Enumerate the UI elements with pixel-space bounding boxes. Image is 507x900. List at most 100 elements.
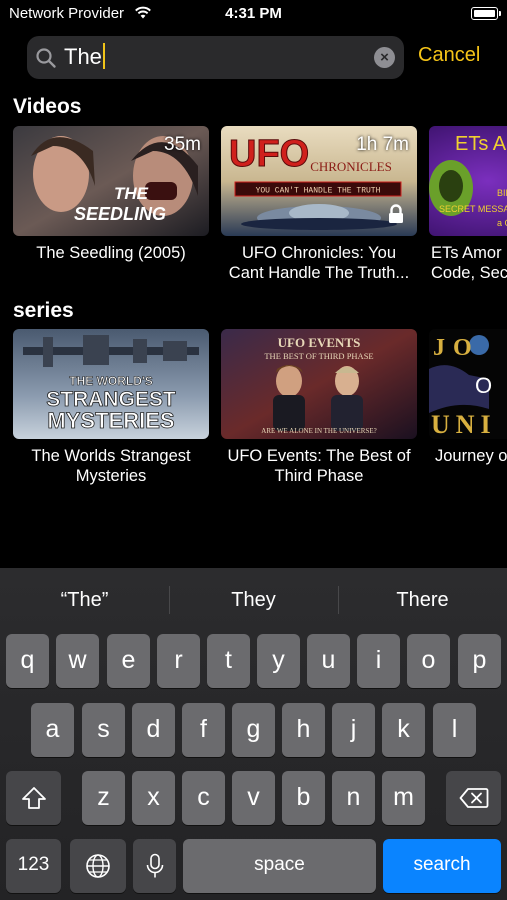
- shift-icon: [21, 787, 46, 809]
- lock-icon: [389, 204, 403, 223]
- key-x[interactable]: x: [132, 771, 175, 825]
- battery-icon: [471, 7, 501, 20]
- thumb-text: SECRET MESSA: [439, 204, 507, 214]
- thumb-text: UFO EVENTS: [278, 335, 361, 350]
- thumbnail: JO O UNI: [429, 329, 507, 439]
- text-caret: [102, 43, 105, 70]
- card-title-line: Third Phase: [274, 467, 364, 485]
- card-title: The Worlds Strangest Mysteries: [13, 446, 209, 486]
- card-title-line: UFO Chronicles: You: [241, 244, 397, 262]
- thumbnail: THE SEEDLING 35m: [13, 126, 209, 236]
- card-title: The Seedling (2005): [36, 244, 186, 262]
- card-title-line: Journey o: [435, 447, 507, 465]
- series-row: THE WORLD'S STRANGEST MYSTERIES The Worl…: [13, 329, 507, 519]
- card-title-line: ETs Amor: [431, 244, 502, 262]
- suggestion-item[interactable]: “The”: [0, 568, 169, 630]
- microphone-icon: [146, 853, 163, 878]
- key-u[interactable]: u: [307, 634, 350, 688]
- shift-key[interactable]: [6, 771, 61, 825]
- key-d[interactable]: d: [132, 703, 175, 757]
- thumbnail: UFO EVENTS THE BEST OF THIRD PHASE ARE W…: [221, 329, 417, 439]
- clear-search-icon[interactable]: ×: [374, 47, 395, 68]
- key-v[interactable]: v: [232, 771, 275, 825]
- series-card-journey[interactable]: JO O UNI Journey o: [429, 329, 507, 466]
- card-title: ETs Amor Code, Sec: [429, 243, 507, 283]
- card-title-line: Cant Handle The Truth...: [228, 264, 410, 282]
- thumb-text: YOU CAN'T HANDLE THE TRUTH: [256, 187, 381, 196]
- video-card-ufo-chronicles[interactable]: UFO CHRONICLES YOU CAN'T HANDLE THE TRUT…: [221, 126, 417, 283]
- section-title-series: series: [13, 299, 74, 322]
- key-m[interactable]: m: [382, 771, 425, 825]
- thumb-text: UNI: [431, 410, 497, 439]
- key-k[interactable]: k: [382, 703, 425, 757]
- search-icon: [36, 48, 56, 68]
- video-card-seedling[interactable]: THE SEEDLING 35m The Seedling (2005): [13, 126, 209, 263]
- key-y[interactable]: y: [257, 634, 300, 688]
- thumbnail: THE WORLD'S STRANGEST MYSTERIES: [13, 329, 209, 439]
- key-b[interactable]: b: [282, 771, 325, 825]
- space-key[interactable]: space: [183, 839, 376, 893]
- card-title-line: UFO Events: The Best of: [227, 447, 411, 465]
- search-input[interactable]: The ×: [27, 36, 404, 79]
- thumb-text: BIN: [497, 188, 507, 198]
- keyboard: “The” They There q w e r t y u i o p a s…: [0, 568, 507, 900]
- thumb-text: ARE WE ALONE IN THE UNIVERSE?: [261, 427, 376, 435]
- card-title-line: Mysteries: [75, 467, 147, 485]
- key-t[interactable]: t: [207, 634, 250, 688]
- key-i[interactable]: i: [357, 634, 400, 688]
- thumb-text: THE WORLD'S: [69, 374, 153, 388]
- card-title: Journey o: [429, 446, 507, 466]
- key-a[interactable]: a: [31, 703, 74, 757]
- thumb-text: O: [475, 373, 492, 398]
- thumb-text: THE: [114, 184, 149, 203]
- key-c[interactable]: c: [182, 771, 225, 825]
- thumb-text: ETs AN: [455, 133, 507, 155]
- suggestion-item[interactable]: There: [338, 568, 507, 630]
- key-s[interactable]: s: [82, 703, 125, 757]
- series-card-strangest-mysteries[interactable]: THE WORLD'S STRANGEST MYSTERIES The Worl…: [13, 329, 209, 486]
- dictation-key[interactable]: [133, 839, 176, 893]
- suggestion-item[interactable]: They: [169, 568, 338, 630]
- thumb-text: UFO: [229, 133, 309, 175]
- key-f[interactable]: f: [182, 703, 225, 757]
- thumb-text: a C: [497, 218, 507, 228]
- duration-badge: 35m: [164, 134, 201, 155]
- search-key[interactable]: search: [383, 839, 501, 893]
- key-w[interactable]: w: [56, 634, 99, 688]
- thumbnail: ETs AN BIN SECRET MESSA a C: [429, 126, 507, 236]
- thumb-text: MYSTERIES: [47, 408, 174, 433]
- status-bar: Network Provider 4:31 PM: [0, 0, 507, 28]
- thumb-text: SEEDLING: [74, 204, 166, 224]
- card-title: UFO Chronicles: You Cant Handle The Trut…: [221, 243, 417, 283]
- card-title-line: The Worlds Strangest: [31, 447, 191, 465]
- delete-key[interactable]: [446, 771, 501, 825]
- section-title-videos: Videos: [13, 95, 82, 118]
- globe-key[interactable]: [70, 839, 126, 893]
- cancel-button[interactable]: Cancel: [418, 44, 480, 67]
- key-z[interactable]: z: [82, 771, 125, 825]
- series-card-ufo-events[interactable]: UFO EVENTS THE BEST OF THIRD PHASE ARE W…: [221, 329, 417, 486]
- key-p[interactable]: p: [458, 634, 501, 688]
- duration-badge: 1h 7m: [356, 134, 409, 155]
- video-card-ets[interactable]: ETs AN BIN SECRET MESSA a C ETs Amor Cod…: [429, 126, 507, 283]
- clock: 4:31 PM: [225, 5, 282, 22]
- key-j[interactable]: j: [332, 703, 375, 757]
- key-r[interactable]: r: [157, 634, 200, 688]
- numbers-key[interactable]: 123: [6, 839, 61, 893]
- key-n[interactable]: n: [332, 771, 375, 825]
- backspace-icon: [459, 788, 488, 808]
- key-h[interactable]: h: [282, 703, 325, 757]
- thumb-text: THE BEST OF THIRD PHASE: [264, 351, 373, 361]
- thumb-text: CHRONICLES: [310, 159, 392, 174]
- key-q[interactable]: q: [6, 634, 49, 688]
- thumb-text: JO: [433, 335, 480, 361]
- key-o[interactable]: o: [407, 634, 450, 688]
- suggestion-bar: “The” They There: [0, 568, 507, 630]
- card-title-line: Code, Sec: [431, 264, 507, 282]
- key-e[interactable]: e: [107, 634, 150, 688]
- videos-row: THE SEEDLING 35m The Seedling (2005) UFO…: [13, 126, 507, 316]
- key-g[interactable]: g: [232, 703, 275, 757]
- globe-icon: [86, 854, 110, 878]
- key-l[interactable]: l: [433, 703, 476, 757]
- search-query: The: [64, 43, 105, 70]
